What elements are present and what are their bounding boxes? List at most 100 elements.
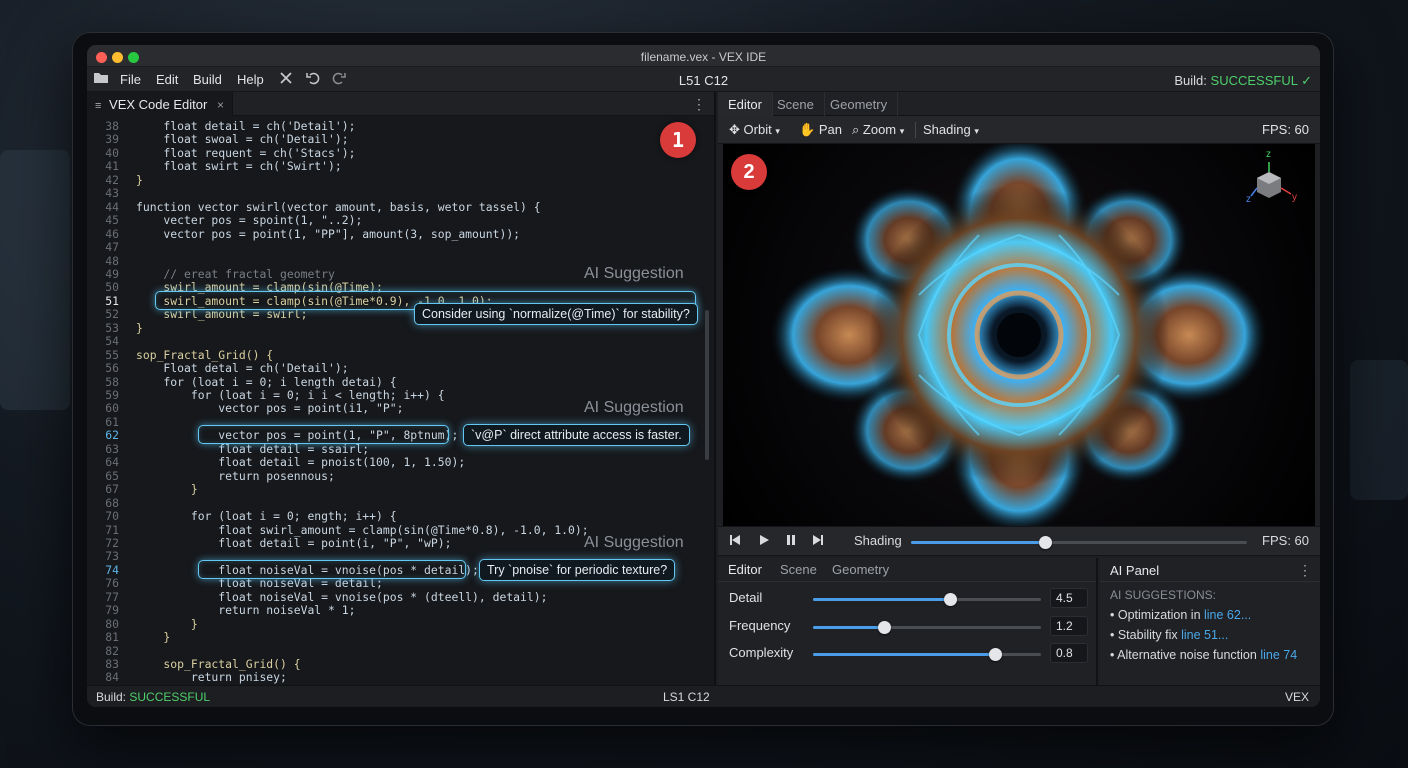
- code-line[interactable]: }: [136, 617, 198, 631]
- code-area[interactable]: 38 float detail = ch('Detail'); 39 float …: [87, 116, 714, 685]
- axis-gizmo[interactable]: z y z: [1246, 149, 1299, 210]
- code-line[interactable]: // ereat fractal geometry: [136, 267, 334, 281]
- props-tab-scene[interactable]: Scene: [780, 562, 817, 577]
- param-label: Detail: [729, 590, 763, 605]
- line-number: 50: [105, 280, 119, 295]
- line-number: 84: [105, 670, 119, 685]
- zoom-tool[interactable]: ⌕ Zoom ▾: [852, 122, 904, 138]
- code-line[interactable]: float noiseVal = vnoise(pos * (dteell), …: [136, 590, 547, 604]
- line-number: 59: [105, 388, 119, 402]
- param-slider-handle[interactable]: [989, 648, 1003, 661]
- line-number: 52: [105, 307, 119, 322]
- code-editor-panel: ≡ VEX Code Editor × ⋮ 38 float detail = …: [87, 92, 716, 685]
- build-label: Build:: [1174, 73, 1207, 88]
- line-number: 48: [105, 253, 119, 268]
- param-slider[interactable]: [813, 648, 1041, 661]
- axis-y-label: y: [1292, 192, 1297, 203]
- tab-scene[interactable]: Scene: [767, 92, 825, 116]
- ai-suggestion-label: AI Suggestion: [584, 264, 684, 282]
- orbit-tool[interactable]: ✥ Orbit ▾: [729, 122, 780, 138]
- code-line[interactable]: function vector swirl(vector amount, bas…: [136, 200, 541, 214]
- code-line[interactable]: float swirl_amount = clamp(sin(@Time*0.8…: [136, 523, 588, 537]
- ai-panel-more-icon[interactable]: ⋮: [1298, 562, 1312, 579]
- code-line[interactable]: return noiseVal * 1;: [136, 603, 355, 617]
- ai-suggestion-highlight[interactable]: [198, 559, 466, 579]
- line-number: 45: [105, 213, 119, 228]
- tab-editor[interactable]: Editor: [718, 92, 773, 116]
- chevron-down-icon: ▾: [899, 126, 905, 136]
- timeline-fill: [911, 541, 1046, 544]
- playback-bar: Shading FPS: 60: [718, 526, 1320, 556]
- shading-dropdown[interactable]: Shading ▾: [923, 122, 979, 137]
- line-number: 58: [105, 374, 119, 389]
- param-value-field[interactable]: 4.5: [1050, 588, 1088, 608]
- code-line[interactable]: for (loat i = 0; i length detai) {: [136, 375, 396, 389]
- pause-icon[interactable]: [785, 533, 797, 549]
- ai-suggestion-tooltip[interactable]: Try `pnoise` for periodic texture?: [479, 558, 676, 581]
- editor-more-icon[interactable]: ⋮: [692, 96, 706, 113]
- line-number: 72: [105, 535, 119, 550]
- code-line[interactable]: float detail = ch('Detail');: [136, 119, 355, 133]
- line-number: 61: [105, 414, 119, 429]
- status-language: VEX: [1284, 690, 1309, 704]
- tab-geometry[interactable]: Geometry: [820, 92, 899, 116]
- play-icon[interactable]: [758, 533, 770, 549]
- code-line[interactable]: float detail = pnoist(100, 1, 1.50);: [136, 455, 465, 469]
- code-line[interactable]: vector pos = point(i1, "P";: [136, 401, 403, 415]
- param-slider[interactable]: [813, 620, 1041, 634]
- ai-item-link[interactable]: line 62...: [1204, 608, 1251, 622]
- code-line[interactable]: return pnisey;: [136, 670, 287, 684]
- line-number: 74: [105, 562, 119, 577]
- code-line[interactable]: return posennous;: [136, 469, 335, 483]
- code-line[interactable]: }: [136, 630, 170, 644]
- skip-forward-icon[interactable]: [812, 533, 824, 549]
- pan-tool[interactable]: ✋ Pan: [799, 122, 842, 138]
- timeline-slider[interactable]: [911, 536, 1247, 549]
- code-line[interactable]: float requent = ch('Stacs');: [136, 146, 355, 160]
- tab-vex-code-editor[interactable]: ≡ VEX Code Editor ×: [87, 92, 233, 116]
- param-slider-fill: [813, 625, 884, 629]
- line-number: 46: [105, 226, 119, 241]
- code-line[interactable]: vector pos = point(1, "PP"], amount(3, s…: [136, 227, 520, 241]
- axis-z-label: z: [1266, 149, 1271, 160]
- line-number: 67: [105, 482, 119, 497]
- ai-suggestion-tooltip[interactable]: `v@P` direct attribute access is faster.: [463, 424, 690, 447]
- param-value-field[interactable]: 1.2: [1050, 615, 1088, 636]
- line-number: 44: [105, 199, 119, 214]
- code-line[interactable]: sop_Fractal_Grid() {: [136, 348, 273, 362]
- param-value-field[interactable]: 0.8: [1050, 643, 1088, 663]
- props-tab-editor[interactable]: Editor: [728, 562, 762, 577]
- code-line[interactable]: }: [136, 482, 198, 496]
- line-number: 68: [105, 495, 119, 510]
- param-slider-fill: [813, 653, 996, 656]
- status-build-result: SUCCESSFUL: [129, 690, 211, 704]
- ai-item-link[interactable]: line 51...: [1181, 628, 1228, 642]
- editor-scrollbar[interactable]: [705, 310, 709, 460]
- ai-suggestion-highlight[interactable]: [198, 425, 449, 445]
- 3d-viewport[interactable]: 2 z y z: [723, 144, 1315, 526]
- ai-item-link[interactable]: line 74: [1260, 648, 1297, 662]
- code-line[interactable]: }: [136, 173, 143, 187]
- code-line[interactable]: float swoal = ch('Detail');: [136, 132, 348, 146]
- code-line[interactable]: sop_Fractal_Grid() {: [136, 657, 300, 671]
- param-slider-handle[interactable]: [943, 593, 957, 606]
- line-number: 38: [105, 119, 119, 133]
- code-line[interactable]: Float detal = ch('Detail');: [136, 361, 348, 375]
- code-line[interactable]: for (loat i = 0; ength; i++) {: [136, 509, 397, 523]
- line-number: 42: [105, 172, 119, 187]
- ai-suggestion-tooltip[interactable]: Consider using `normalize(@Time)` for st…: [414, 303, 698, 326]
- search-icon: ⌕: [852, 122, 860, 137]
- skip-back-icon[interactable]: [729, 533, 741, 549]
- background-window-left: [0, 150, 70, 410]
- close-tab-icon[interactable]: ×: [217, 98, 224, 112]
- param-slider-handle[interactable]: [877, 620, 891, 634]
- code-line[interactable]: }: [136, 321, 143, 335]
- props-tab-geometry[interactable]: Geometry: [832, 562, 889, 577]
- timeline-handle[interactable]: [1039, 536, 1053, 549]
- properties-tab-bar: Editor Scene Geometry: [718, 558, 1096, 582]
- code-line[interactable]: float swirt = ch('Swirt');: [136, 159, 341, 173]
- code-line[interactable]: float detail = point(i, "P", "wP);: [136, 536, 451, 550]
- param-slider[interactable]: [813, 593, 1041, 606]
- code-line[interactable]: vecter pos = spoint(1, "..2);: [136, 213, 362, 227]
- code-line[interactable]: for (loat i = 0; i i < length; i++) {: [136, 388, 445, 402]
